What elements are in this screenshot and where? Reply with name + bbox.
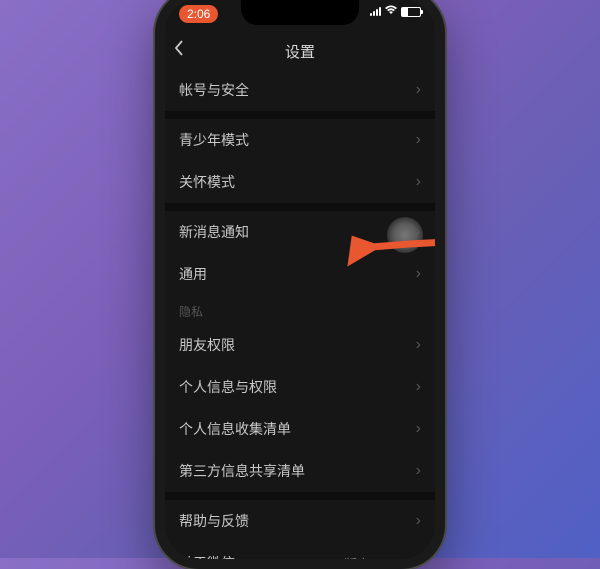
chevron-right-icon: › [416,336,421,354]
row-friends-permission[interactable]: 朋友权限 › [165,324,435,366]
row-thirdparty-sharing[interactable]: 第三方信息共享清单 › [165,450,435,492]
chevron-right-icon: › [416,420,421,438]
row-value: 版本 8.0.22 [344,554,410,569]
phone-frame: 2:06 设置 帐号与安全 › 青少年模式 › 关怀模式 › [155,0,445,569]
chevron-right-icon: › [416,131,421,149]
row-label: 新消息通知 [179,222,416,242]
section-gap [165,203,435,211]
row-label: 通用 [179,264,416,284]
wifi-icon [384,5,398,18]
row-care-mode[interactable]: 关怀模式 › [165,161,435,203]
status-right [370,5,421,18]
battery-icon [401,7,421,17]
row-help-feedback[interactable]: 帮助与反馈 › [165,500,435,542]
status-time: 2:06 [179,5,218,23]
nav-bar: 设置 [165,33,435,69]
signal-icon [370,7,381,16]
back-button[interactable] [173,39,185,63]
row-label: 关怀模式 [179,172,416,192]
chevron-right-icon: › [416,462,421,480]
row-teen-mode[interactable]: 青少年模式 › [165,119,435,161]
assistive-touch-button[interactable] [387,217,423,253]
row-label: 朋友权限 [179,335,416,355]
row-personal-info[interactable]: 个人信息与权限 › [165,366,435,408]
row-label: 关于微信 [179,553,344,569]
chevron-right-icon: › [416,378,421,396]
chevron-right-icon: › [416,512,421,530]
section-gap [165,111,435,119]
chevron-left-icon [173,39,185,57]
section-header-privacy: 隐私 [165,295,435,324]
chevron-right-icon: › [416,81,421,99]
row-info-collection[interactable]: 个人信息收集清单 › [165,408,435,450]
row-label: 第三方信息共享清单 [179,461,416,481]
row-label: 帐号与安全 [179,80,416,100]
page-title: 设置 [285,41,315,62]
settings-list: 帐号与安全 › 青少年模式 › 关怀模式 › 新消息通知 › 通用 › 隐私 朋… [165,69,435,569]
row-label: 青少年模式 [179,130,416,150]
chevron-right-icon: › [416,265,421,283]
row-general[interactable]: 通用 › [165,253,435,295]
section-gap [165,492,435,500]
notch [241,0,359,25]
row-label: 帮助与反馈 [179,511,416,531]
row-about[interactable]: 关于微信 版本 8.0.22 › [165,542,435,569]
row-label: 个人信息收集清单 [179,419,416,439]
row-label: 个人信息与权限 [179,377,416,397]
chevron-right-icon: › [416,173,421,191]
row-account-security[interactable]: 帐号与安全 › [165,69,435,111]
chevron-right-icon: › [416,554,421,569]
